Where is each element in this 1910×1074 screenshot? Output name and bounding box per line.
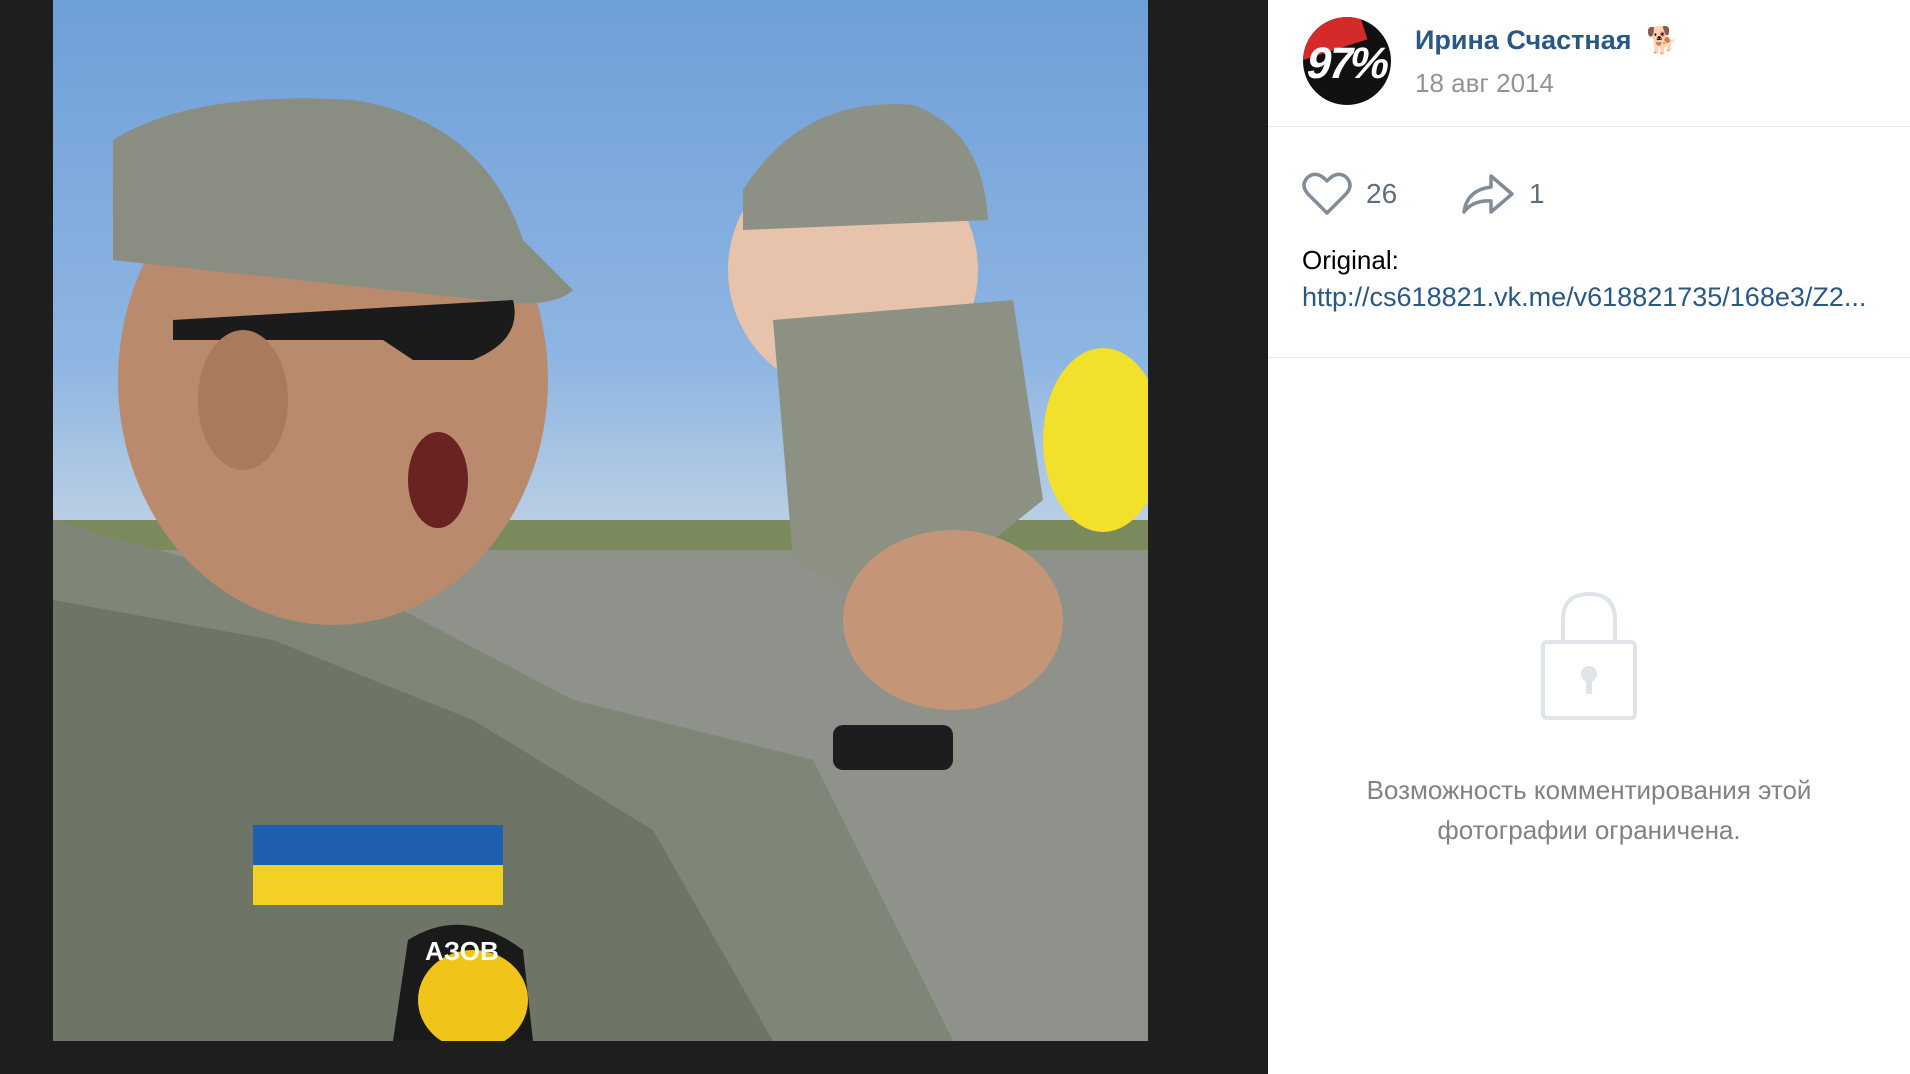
restricted-text-line1: Возможность комментирования этой	[1366, 775, 1812, 805]
dog-icon: 🐕	[1646, 25, 1679, 55]
azov-patch-text: АЗОВ	[425, 936, 499, 966]
original-link[interactable]: http://cs618821.vk.me/v618821735/168e3/Z…	[1302, 282, 1866, 313]
comments-restricted-notice: Возможность комментирования этой фотогра…	[1268, 590, 1910, 850]
heart-icon	[1302, 172, 1352, 215]
like-count: 26	[1366, 178, 1398, 209]
restricted-text-line2: фотографии ограничена.	[1437, 815, 1741, 845]
author-avatar[interactable]: 97%	[1303, 17, 1391, 105]
post-photo[interactable]: АЗОВ	[53, 0, 1148, 1041]
post-date[interactable]: 18 авг 2014	[1415, 68, 1554, 99]
avatar-text: 97%	[1303, 39, 1391, 88]
share-arrow-icon	[1462, 174, 1514, 214]
photo-viewer: АЗОВ	[0, 0, 1268, 1074]
share-button[interactable]: 1	[1461, 169, 1545, 219]
author-name-link[interactable]: Ирина Счастная	[1415, 25, 1631, 56]
post-actions: 26 1 Original: http://cs618821.vk.me/v61…	[1268, 127, 1910, 358]
share-count: 1	[1529, 178, 1545, 209]
lock-icon	[1541, 591, 1637, 720]
like-button[interactable]: 26	[1302, 169, 1397, 219]
photo-sidebar: 97% Ирина Счастная 🐕 18 авг 2014 26 1 Or…	[1268, 0, 1910, 1074]
original-label: Original:	[1302, 245, 1399, 275]
photo-illustration: АЗОВ	[53, 98, 1148, 1041]
comments-restricted-text: Возможность комментирования этой фотогра…	[1268, 770, 1910, 850]
ctv-watermark: CTV .BY	[1760, 986, 1860, 1050]
post-header: 97% Ирина Счастная 🐕 18 авг 2014	[1268, 0, 1910, 127]
